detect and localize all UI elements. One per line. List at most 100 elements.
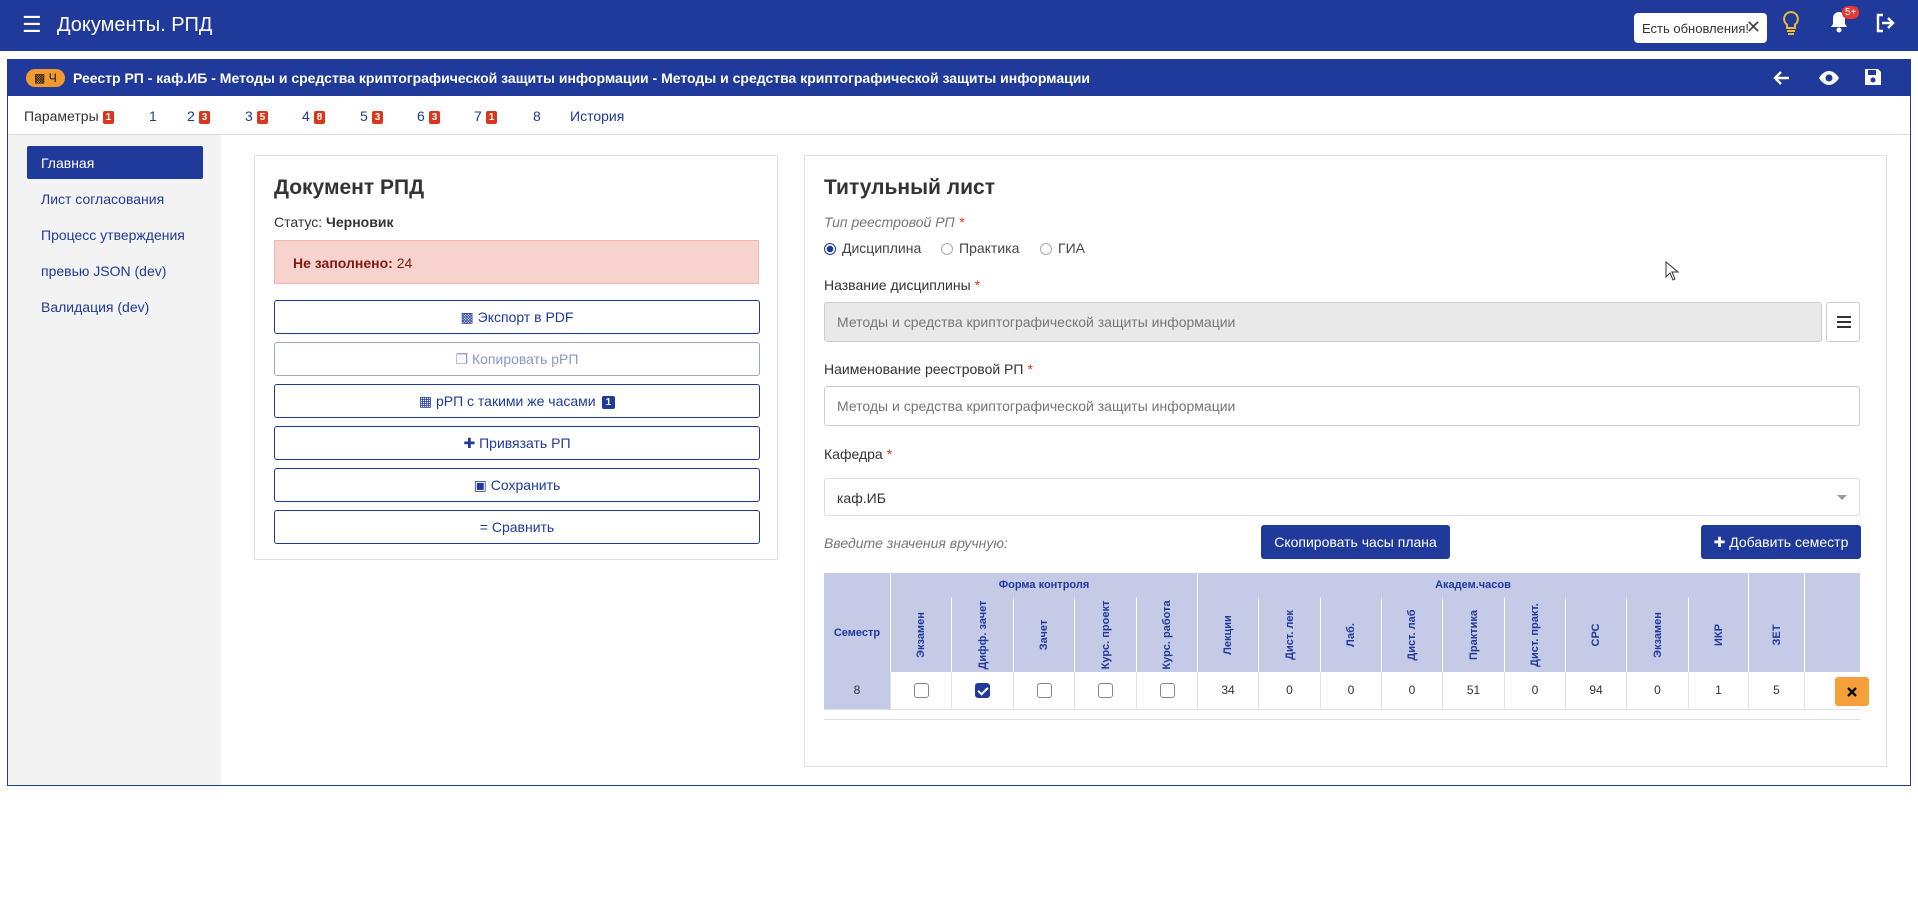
- radio-gia[interactable]: ГИА: [1040, 240, 1085, 256]
- radio-label: ГИА: [1058, 240, 1085, 256]
- tab-label: 7: [474, 108, 482, 124]
- update-notification[interactable]: Есть обновления! ✕: [1634, 13, 1767, 43]
- header-text: ИКР: [1712, 624, 1725, 646]
- tab-label: 8: [533, 108, 541, 124]
- table-cell: [1075, 672, 1137, 710]
- dist-practice-cell[interactable]: 0: [1505, 672, 1566, 710]
- tab-parameters[interactable]: Параметры 1: [24, 108, 115, 124]
- back-arrow-icon[interactable]: [1772, 68, 1792, 88]
- sidebar-item-validation[interactable]: Валидация (dev): [27, 290, 203, 323]
- tab-label: 4: [302, 108, 310, 124]
- radio-label: Практика: [959, 240, 1020, 256]
- discipline-name-field[interactable]: [824, 302, 1822, 342]
- tab-history[interactable]: История: [570, 108, 624, 124]
- sidebar-item-json-preview[interactable]: превью JSON (dev): [27, 254, 203, 287]
- copy-plan-hours-button[interactable]: Скопировать часы плана: [1261, 525, 1450, 559]
- header-text: Курс. проект: [1099, 600, 1112, 670]
- tab-count-badge: 3: [371, 111, 384, 124]
- radio-practice[interactable]: Практика: [941, 240, 1019, 256]
- sidebar-item-label: Главная: [41, 155, 95, 171]
- table-header-dist-practice: Дист. практ.: [1505, 598, 1566, 672]
- header-text: Дист. лек: [1283, 610, 1296, 660]
- header-text: Лаб.: [1345, 623, 1357, 647]
- radio-button[interactable]: [941, 243, 953, 255]
- registry-name-label-text: Наименование реестровой РП: [824, 361, 1024, 377]
- hamburger-menu-icon[interactable]: ☰: [22, 14, 42, 36]
- exam-checkbox[interactable]: [913, 683, 929, 699]
- tab-1[interactable]: 1: [149, 108, 157, 124]
- radio-button[interactable]: [1040, 243, 1052, 255]
- department-select[interactable]: каф.ИБ: [824, 478, 1860, 516]
- table-header-zet: ЗЕТ: [1749, 598, 1805, 672]
- dist-lectures-cell[interactable]: 0: [1259, 672, 1321, 710]
- registry-type-label-text: Тип реестровой РП: [824, 214, 955, 230]
- manual-entry-label: Введите значения вручную:: [824, 535, 1008, 551]
- tab-8[interactable]: 8: [533, 108, 541, 124]
- registry-name-input[interactable]: [824, 386, 1860, 426]
- department-label: Кафедра *: [824, 446, 892, 462]
- notifications-bell-icon[interactable]: 5+: [1828, 6, 1860, 39]
- unfilled-label: Не заполнено:: [293, 255, 393, 271]
- diff-credit-checkbox[interactable]: [975, 683, 990, 699]
- radio-button-selected[interactable]: [824, 243, 836, 255]
- eye-icon[interactable]: [1818, 68, 1840, 88]
- compare-button[interactable]: = Сравнить: [274, 510, 760, 544]
- course-work-checkbox[interactable]: [1159, 683, 1175, 699]
- save-icon: ▣: [473, 477, 487, 493]
- compare-label: Сравнить: [491, 519, 555, 535]
- dist-labs-cell[interactable]: 0: [1382, 672, 1443, 710]
- compress-icon: ▦: [418, 393, 433, 409]
- sidebar-item-main[interactable]: Главная: [27, 146, 203, 179]
- header-text: Практика: [1467, 609, 1480, 661]
- tab-count-badge: 5: [256, 111, 269, 124]
- delete-semester-button[interactable]: [1835, 677, 1869, 706]
- exam-hours-cell[interactable]: 0: [1627, 672, 1689, 710]
- save-button[interactable]: ▣ Сохранить: [274, 468, 760, 502]
- tab-2[interactable]: 23: [187, 108, 211, 124]
- title-page-card: Титульный лист Тип реестровой РП * Дисцип…: [804, 155, 1887, 767]
- top-bar: ☰ Документы. РПД Есть обновления! ✕ 5+: [0, 0, 1918, 51]
- header-text: Лекции: [1222, 615, 1234, 655]
- header-text: Дист. лаб: [1406, 609, 1418, 661]
- tab-3[interactable]: 35: [245, 108, 269, 124]
- lectures-cell[interactable]: 34: [1198, 672, 1259, 710]
- link-rp-button[interactable]: ✚ Привязать РП: [274, 426, 760, 460]
- document-card-title: Документ РПД: [274, 176, 425, 199]
- copy-rrp-button[interactable]: ❐ Копировать рРП: [274, 342, 760, 376]
- srs-cell[interactable]: 94: [1566, 672, 1627, 710]
- header-text: Зачет: [1038, 619, 1050, 651]
- tab-7[interactable]: 71: [474, 108, 498, 124]
- header-text: Экзамен: [915, 612, 927, 658]
- ikr-cell[interactable]: 1: [1689, 672, 1749, 710]
- lightbulb-icon[interactable]: [1780, 10, 1802, 36]
- labs-cell[interactable]: 0: [1321, 672, 1382, 710]
- tab-label: История: [570, 108, 625, 124]
- sidebar-item-approval-sheet[interactable]: Лист согласования: [27, 182, 203, 215]
- radio-label: Дисциплина: [842, 240, 922, 256]
- add-semester-button[interactable]: ✚ Добавить семестр: [1701, 525, 1861, 559]
- table-group-header-control: Форма контроля: [891, 573, 1198, 598]
- radio-discipline[interactable]: Дисциплина: [824, 240, 921, 256]
- sidebar-item-approval-process[interactable]: Процесс утверждения: [27, 218, 203, 251]
- registry-name-label: Наименование реестровой РП *: [824, 361, 1033, 377]
- tab-5[interactable]: 53: [360, 108, 384, 124]
- table-header-course-project: Курс. проект: [1075, 598, 1137, 672]
- tab-4[interactable]: 48: [302, 108, 326, 124]
- copy-icon: ❐: [455, 351, 469, 367]
- practice-cell[interactable]: 51: [1443, 672, 1505, 710]
- export-pdf-button[interactable]: ▩ Экспорт в PDF: [274, 300, 760, 334]
- tab-label: 6: [417, 108, 425, 124]
- same-hours-button[interactable]: ▦ рРП с такими же часами 1: [274, 384, 760, 418]
- discipline-list-button[interactable]: [1826, 302, 1860, 342]
- tab-6[interactable]: 63: [417, 108, 441, 124]
- logout-icon[interactable]: [1874, 12, 1896, 34]
- save-icon[interactable]: [1864, 68, 1882, 86]
- status-line: Статус: Черновик: [274, 214, 393, 230]
- link-rp-label: Привязать РП: [479, 435, 571, 451]
- table-footer: [824, 710, 1860, 720]
- credit-checkbox[interactable]: [1036, 683, 1052, 699]
- course-project-checkbox[interactable]: [1098, 683, 1113, 699]
- close-icon[interactable]: ✕: [1746, 17, 1761, 38]
- table-header-dist-labs: Дист. лаб: [1382, 598, 1443, 672]
- file-icon: ▩: [34, 71, 46, 85]
